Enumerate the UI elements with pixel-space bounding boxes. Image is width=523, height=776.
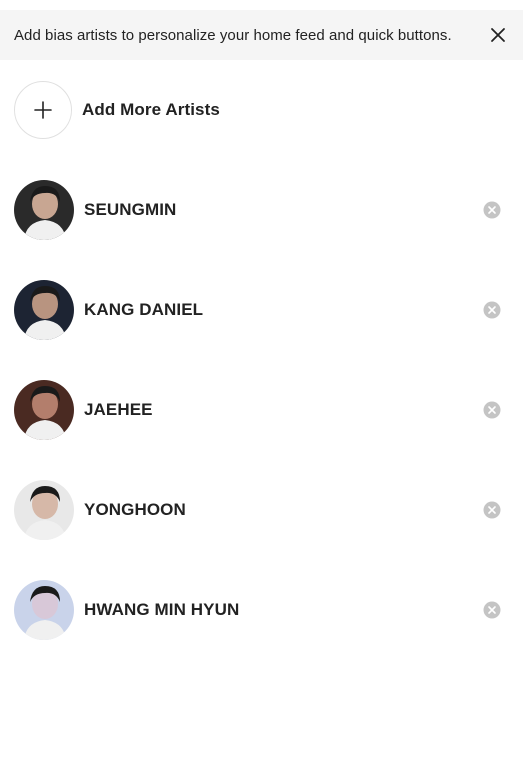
avatar[interactable] (14, 580, 74, 640)
artist-name: HWANG MIN HYUN (84, 600, 240, 619)
artist-row-yonghoon[interactable]: YONGHOON (14, 480, 509, 540)
avatar[interactable] (14, 480, 74, 540)
artist-row-jaehee[interactable]: JAEHEE (14, 380, 509, 440)
remove-circle-icon (483, 601, 501, 619)
avatar[interactable] (14, 280, 74, 340)
plus-icon (34, 101, 52, 119)
remove-artist-button[interactable] (483, 301, 501, 319)
info-banner: Add bias artists to personalize your hom… (0, 10, 523, 60)
remove-artist-button[interactable] (483, 501, 501, 519)
add-more-artists-row[interactable]: Add More Artists (14, 80, 509, 140)
remove-artist-button[interactable] (483, 201, 501, 219)
artist-name: JAEHEE (84, 400, 153, 419)
artist-name: KANG DANIEL (84, 300, 204, 319)
add-more-artists-label: Add More Artists (82, 100, 220, 119)
remove-circle-icon (483, 401, 501, 419)
remove-circle-icon (483, 501, 501, 519)
artist-row-kang-daniel[interactable]: KANG DANIEL (14, 280, 509, 340)
avatar[interactable] (14, 380, 74, 440)
artist-name: SEUNGMIN (84, 200, 177, 219)
artist-row-hwang-min-hyun[interactable]: HWANG MIN HYUN (14, 580, 509, 640)
remove-artist-button[interactable] (483, 401, 501, 419)
add-artist-button[interactable] (14, 81, 72, 139)
close-icon (491, 28, 505, 42)
artist-row-seungmin[interactable]: SEUNGMIN (14, 180, 509, 240)
remove-circle-icon (483, 301, 501, 319)
close-banner-button[interactable] (487, 24, 509, 46)
remove-circle-icon (483, 201, 501, 219)
artist-name: YONGHOON (84, 500, 186, 519)
avatar[interactable] (14, 180, 74, 240)
artist-list: Add More Artists SEUNGMIN KANG DANIEL JAEH… (14, 80, 509, 680)
remove-artist-button[interactable] (483, 601, 501, 619)
banner-text: Add bias artists to personalize your hom… (14, 26, 452, 44)
